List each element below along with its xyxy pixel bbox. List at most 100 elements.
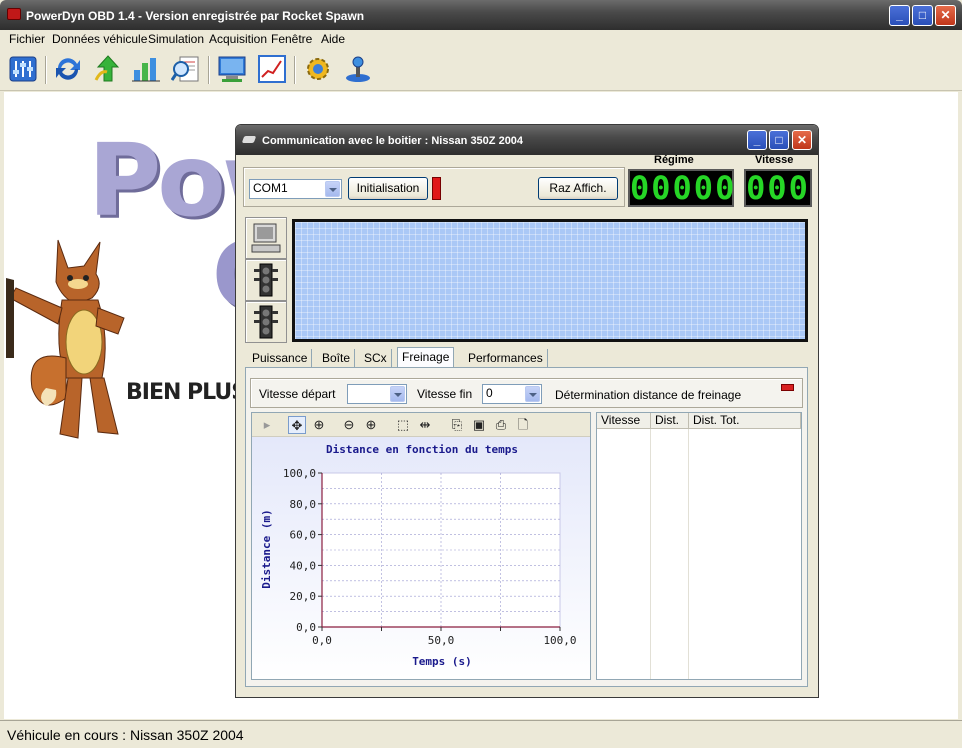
close-button[interactable]: ✕ [935,5,956,26]
print-preview-icon[interactable]: 🗋 [514,416,532,434]
vitesse-fin-value: 0 [486,386,493,400]
freinage-status-led [781,384,794,391]
initialisation-button[interactable]: Initialisation [348,177,428,200]
traffic-light-button-2[interactable] [245,301,287,343]
traffic-light-button-1[interactable] [245,259,287,301]
com-port-value: COM1 [253,181,288,195]
copy-icon[interactable]: ⎘ [448,416,466,434]
window-title: PowerDyn OBD 1.4 - Version enregistrée p… [26,9,365,23]
table-header-dist-tot[interactable]: Dist. Tot. [689,413,801,429]
connection-status-led [432,177,441,200]
vitesse-label: Vitesse [755,154,794,166]
tab-performances[interactable]: Performances [464,349,548,367]
child-minimize-button[interactable]: _ [747,130,767,150]
y-tick-label: 40,0 [290,559,317,572]
tab-boite[interactable]: Boîte [318,349,356,367]
fox-mascot-image [6,239,125,439]
communication-window: Communication avec le boitier : Nissan 3… [235,124,819,698]
chart-plot-group: 0,0 20,0 40,0 60,0 80,0 100,0 0,0 50,0 100,0 [283,467,577,647]
com-port-select[interactable]: COM1 [249,179,342,199]
tab-scx[interactable]: SCx [360,349,392,367]
refresh-icon[interactable] [53,54,83,84]
y-tick-label: 20,0 [290,590,317,603]
tab-puissance[interactable]: Puissance [248,349,313,367]
toolbar-separator [294,56,296,84]
freinage-table: Vitesse Dist. Dist. Tot. [596,412,802,680]
table-header-dist[interactable]: Dist. [651,413,689,429]
print-icon[interactable]: ⎙ [492,416,510,434]
y-tick-label: 0,0 [296,621,316,634]
gear-icon[interactable] [303,54,333,84]
x-tick-label: 0,0 [312,634,332,647]
monitor-icon[interactable] [217,54,247,84]
settings-sliders-icon[interactable] [8,54,38,84]
play-icon[interactable]: ▸ [258,416,276,434]
vitesse-depart-select[interactable] [347,384,407,404]
table-column [651,429,689,679]
up-arrow-icon[interactable] [93,54,123,84]
menu-acquisition[interactable]: Acquisition [209,32,267,46]
joystick-icon[interactable] [343,54,373,84]
y-tick-label: 80,0 [290,498,317,511]
table-column [597,429,651,679]
save-icon[interactable]: ▣ [470,416,488,434]
vitesse-fin-select[interactable]: 0 [482,384,542,404]
distance-chart: ▸ ✥ ⊕ ⊖ ⊕ ⬚ ⇹ ⎘ ▣ ⎙ 🗋 Distance en foncti… [251,412,591,680]
line-chart-icon[interactable] [257,54,287,84]
tab-freinage[interactable]: Freinage [397,347,455,368]
chevron-down-icon [525,386,540,402]
pan-icon[interactable]: ✥ [288,416,306,434]
determination-label: Détermination distance de freinage [555,388,742,402]
vitesse-depart-label: Vitesse départ [259,387,336,401]
main-toolbar [0,49,962,91]
select-region-icon[interactable]: ⬚ [394,416,412,434]
child-maximize-button[interactable]: □ [769,130,789,150]
chart-svg: Distance en fonction du temps Temps (s) … [260,443,577,668]
x-axis-label: Temps (s) [412,655,472,668]
y-tick-label: 60,0 [290,529,317,542]
raz-affich-button[interactable]: Raz Affich. [538,177,618,200]
minimize-button[interactable]: _ [889,5,910,26]
logo-slogan: BIEN PLUS [126,380,247,405]
maximize-button[interactable]: □ [912,5,933,26]
app-icon [7,8,21,20]
chevron-down-icon [390,386,405,402]
toolbar-separator [45,56,47,84]
vitesse-fin-label: Vitesse fin [417,387,473,401]
table-header-vitesse[interactable]: Vitesse [597,413,651,429]
y-tick-label: 100,0 [283,467,316,480]
computer-connect-button[interactable] [245,217,287,259]
x-tick-label: 50,0 [428,634,455,647]
zoom-out-icon[interactable]: ⊖ [340,416,358,434]
menu-aide[interactable]: Aide [321,32,345,46]
child-titlebar[interactable]: Communication avec le boitier : Nissan 3… [236,125,818,155]
child-close-button[interactable]: ✕ [792,130,812,150]
menu-fichier[interactable]: Fichier [9,32,45,46]
regime-label: Régime [654,154,694,166]
main-titlebar[interactable]: PowerDyn OBD 1.4 - Version enregistrée p… [0,0,962,30]
status-bar: Véhicule en cours : Nissan 350Z 2004 [0,720,962,748]
menu-donnees-vehicule[interactable]: Données véhicule [52,32,147,46]
chevron-down-icon [325,181,340,197]
freinage-tab-panel: Vitesse départ Vitesse fin 0 Déterminati… [245,367,808,687]
chart-title: Distance en fonction du temps [326,443,518,456]
vitesse-display: 000 [744,169,812,207]
chart-toolbar: ▸ ✥ ⊕ ⊖ ⊕ ⬚ ⇹ ⎘ ▣ ⎙ 🗋 [252,413,590,437]
toolbar-separator [208,56,210,84]
child-window-title: Communication avec le boitier : Nissan 3… [262,135,524,147]
chart-plot-area: Distance en fonction du temps Temps (s) … [252,437,590,679]
menu-bar: Fichier Données véhicule Simulation Acqu… [0,30,962,49]
zoom-fit-icon[interactable]: ⊕ [310,416,328,434]
search-report-icon[interactable] [171,54,201,84]
cursor-icon[interactable]: ⇹ [416,416,434,434]
zoom-in-icon[interactable]: ⊕ [362,416,380,434]
bar-chart-icon[interactable] [131,54,161,84]
status-text: Véhicule en cours : Nissan 350Z 2004 [7,727,244,743]
menu-simulation[interactable]: Simulation [148,32,204,46]
x-tick-label: 100,0 [543,634,576,647]
menu-fenetre[interactable]: Fenêtre [271,32,312,46]
window-icon [241,136,257,143]
computer-icon [251,223,281,253]
regime-display: 00000 [628,169,737,207]
lcd-message-display [292,219,808,342]
